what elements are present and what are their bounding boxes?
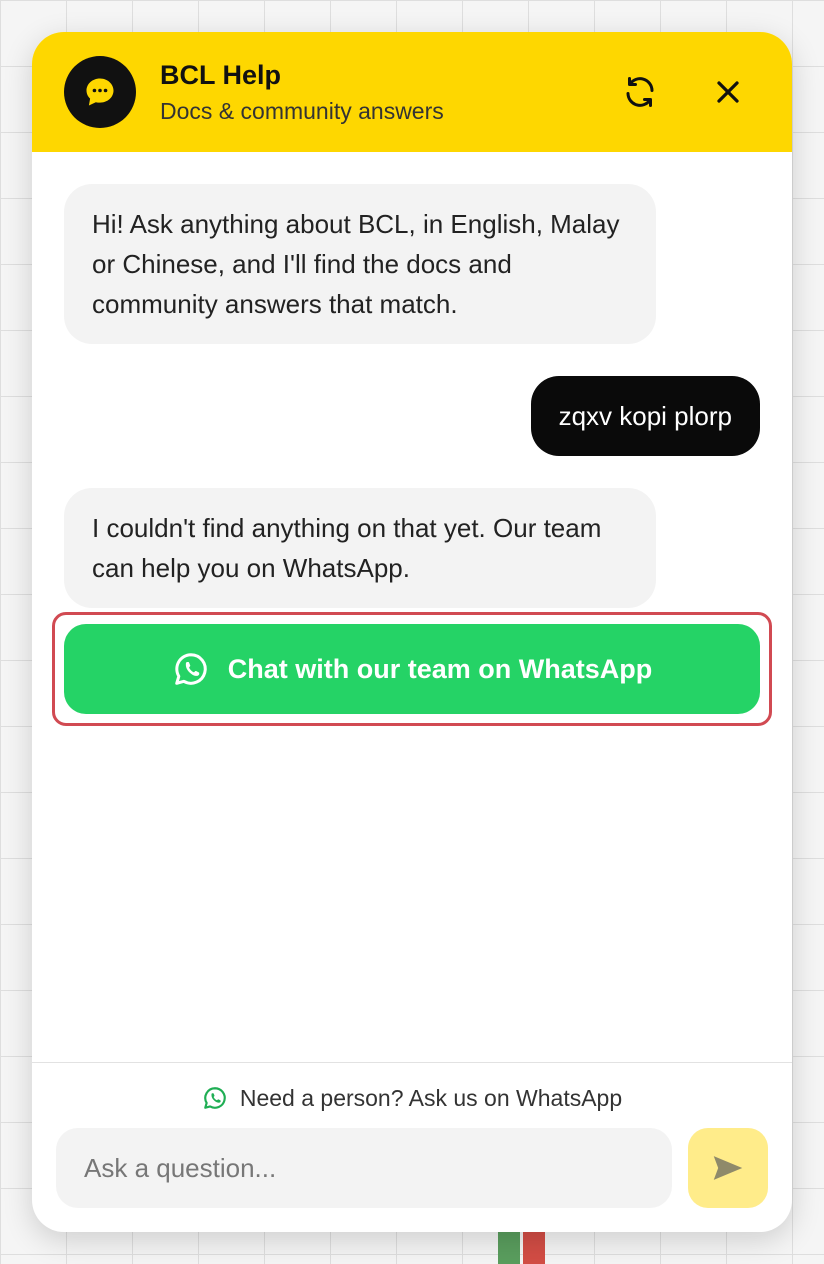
refresh-icon [626, 77, 654, 107]
footer-divider [32, 1062, 792, 1063]
chat-subtitle: Docs & community answers [160, 98, 444, 124]
whatsapp-icon [204, 1087, 226, 1109]
user-message: zqxv kopi plorp [530, 376, 760, 456]
background-chart-bar-red [523, 1232, 545, 1264]
close-button[interactable] [704, 68, 752, 116]
chat-header: BCL Help Docs & community answers [32, 32, 792, 152]
question-input-wrapper [56, 1128, 672, 1208]
refresh-button[interactable] [616, 68, 664, 116]
send-icon [713, 1156, 743, 1180]
background-chart-bar-green [498, 1232, 520, 1264]
help-link-label: Need a person? Ask us on WhatsApp [239, 1084, 623, 1111]
whatsapp-chat-button[interactable]: Chat with our team on WhatsApp [64, 624, 760, 714]
bot-avatar [64, 56, 136, 128]
bot-message: Hi! Ask anything about BCL, in English, … [64, 184, 656, 344]
bot-message: I couldn't find anything on that yet. Ou… [64, 488, 656, 608]
question-input[interactable] [84, 1128, 644, 1208]
chat-widget: BCL Help Docs & community answers Hi! As… [32, 32, 792, 1232]
whatsapp-button-label: Chat with our team on WhatsApp [227, 653, 653, 684]
whatsapp-help-link[interactable]: Need a person? Ask us on WhatsApp [32, 1078, 792, 1118]
chat-title: BCL Help [160, 60, 282, 90]
close-icon [717, 81, 739, 103]
chat-bubble-icon [86, 78, 114, 106]
send-button[interactable] [688, 1128, 768, 1208]
whatsapp-icon [174, 653, 207, 685]
